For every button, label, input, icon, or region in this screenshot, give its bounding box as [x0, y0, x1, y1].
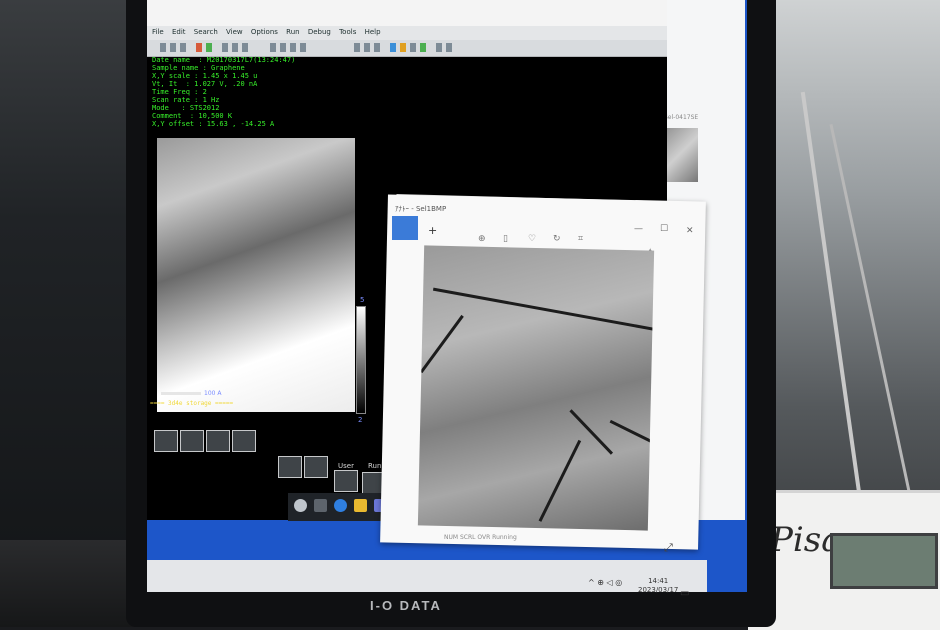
colorbar	[356, 306, 366, 414]
toolbar-button[interactable]	[280, 43, 286, 52]
toolbar-button[interactable]	[420, 43, 426, 52]
edge-icon[interactable]	[334, 499, 347, 512]
param-line: Scan rate : 1 Hz	[152, 96, 220, 104]
toolbar-button[interactable]	[374, 43, 380, 52]
run-label: Run	[368, 462, 382, 470]
toolbar-button[interactable]	[446, 43, 452, 52]
run-icon[interactable]	[206, 43, 212, 52]
param-line: Mode : STS2012	[152, 104, 220, 112]
param-line: Date name : M20170317L7(13:24:47)	[152, 56, 296, 64]
taskbar	[147, 560, 707, 592]
crack-line	[432, 287, 655, 332]
toolbar-button[interactable]	[390, 43, 396, 52]
stm-scan-image	[157, 138, 355, 412]
save-icon[interactable]	[392, 216, 418, 240]
graphene-photo	[417, 245, 655, 531]
toolbar-button[interactable]	[170, 43, 176, 52]
toolbar-button[interactable]	[160, 43, 166, 52]
param-line: X,Y scale : 1.45 x 1.45 u	[152, 72, 258, 80]
menu-bar: File Edit Search View Options Run Debug …	[152, 28, 381, 36]
control-button[interactable]	[334, 470, 358, 492]
system-tray[interactable]: ^ ⊕ ◁ ◎	[588, 578, 622, 587]
menu-search[interactable]: Search	[194, 28, 218, 36]
scale-bar	[161, 392, 201, 395]
toolbar-button[interactable]	[410, 43, 416, 52]
crack-line	[538, 439, 582, 522]
start-icon[interactable]	[294, 499, 307, 512]
toolbar-button[interactable]	[232, 43, 238, 52]
control-button[interactable]	[278, 456, 302, 478]
zoom-icon[interactable]: ⊕	[478, 234, 486, 244]
menu-help[interactable]: Help	[365, 28, 381, 36]
delete-icon[interactable]: ▯	[503, 234, 508, 244]
control-button[interactable]	[180, 430, 204, 452]
colorbar-min-label: 2	[358, 416, 363, 424]
crop-icon[interactable]: ⌗	[578, 234, 583, 244]
toolbar-button[interactable]	[354, 43, 360, 52]
scale-label: 100 A	[204, 390, 222, 397]
app-titlebar[interactable]	[147, 0, 667, 26]
toolbar-button[interactable]	[300, 43, 306, 52]
control-button[interactable]	[232, 430, 256, 452]
menu-view[interactable]: View	[226, 28, 243, 36]
minimize-button[interactable]: —	[634, 224, 643, 234]
clock-time: 14:41	[648, 577, 669, 585]
toolbar-button[interactable]	[290, 43, 296, 52]
toolbar-button[interactable]	[400, 43, 406, 52]
user-label: User	[338, 462, 354, 470]
file-explorer-icon[interactable]	[354, 499, 367, 512]
menu-tools[interactable]: Tools	[339, 28, 356, 36]
device-display	[830, 533, 938, 589]
notification-icon[interactable]: ▭	[680, 588, 689, 599]
menu-edit[interactable]: Edit	[172, 28, 186, 36]
scan-parameters: Date name : M20170317L7(13:24:47) Sample…	[152, 56, 295, 128]
toolbar-button[interactable]	[222, 43, 228, 52]
maximize-button[interactable]: ☐	[660, 224, 668, 234]
close-button[interactable]: ✕	[686, 226, 694, 236]
toolbar-button[interactable]	[180, 43, 186, 52]
rotate-icon[interactable]: ↻	[553, 234, 561, 244]
favorite-icon[interactable]: ♡	[528, 234, 536, 244]
param-line: Time Freq : 2	[152, 88, 207, 96]
monitor-brand: I-O DATA	[370, 598, 442, 613]
clock-date: 2023/03/17	[638, 586, 679, 594]
toolbar-button[interactable]	[270, 43, 276, 52]
viewer-title: ｱﾅﾄｰ - Sel1BMP	[395, 205, 447, 213]
param-line: Comment : 10,500 K	[152, 112, 233, 120]
thumbnail-label: Sel-0417SE	[664, 114, 699, 121]
clock[interactable]: 14:41 2023/03/17	[638, 577, 678, 595]
stop-icon[interactable]	[196, 43, 202, 52]
status-bar: NUM SCRL OVR Running	[444, 534, 517, 541]
crack-line	[419, 314, 464, 374]
colorbar-max-label: 5	[360, 296, 365, 304]
task-view-icon[interactable]	[314, 499, 327, 512]
menu-options[interactable]: Options	[251, 28, 278, 36]
crack-line	[609, 419, 655, 454]
menu-file[interactable]: File	[152, 28, 164, 36]
add-icon[interactable]: +	[428, 224, 437, 237]
control-button[interactable]	[206, 430, 230, 452]
control-button[interactable]	[154, 430, 178, 452]
menu-debug[interactable]: Debug	[308, 28, 331, 36]
status-line: ==== 3d4e storage =====	[150, 400, 234, 407]
expand-icon[interactable]: ⤢	[664, 541, 673, 555]
param-line: X,Y offset : 15.63 , -14.25 A	[152, 120, 275, 128]
toolbar-button[interactable]	[436, 43, 442, 52]
param-line: Sample name : Graphene	[152, 64, 245, 72]
control-button[interactable]	[304, 456, 328, 478]
toolbar-button[interactable]	[242, 43, 248, 52]
toolbar-button[interactable]	[364, 43, 370, 52]
menu-run[interactable]: Run	[286, 28, 299, 36]
param-line: Vt, It : 1.027 V, .20 nA	[152, 80, 258, 88]
